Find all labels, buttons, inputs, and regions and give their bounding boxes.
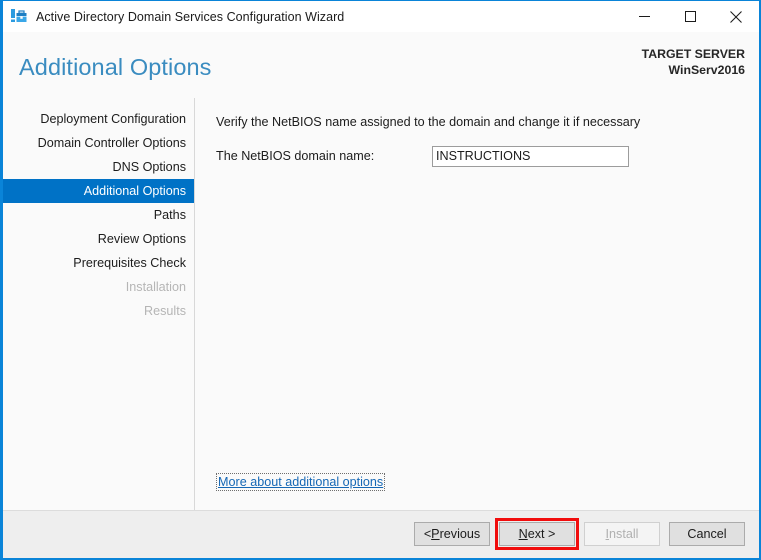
nav-item-review-options[interactable]: Review Options (3, 227, 195, 251)
previous-button-suffix: revious (439, 527, 481, 541)
install-button: Install (584, 522, 660, 546)
title-bar: Active Directory Domain Services Configu… (3, 1, 759, 32)
content-pane: Verify the NetBIOS name assigned to the … (195, 98, 759, 510)
target-server-label: TARGET SERVER (641, 47, 745, 61)
footer-button-row: < Previous Next > Install Cancel (414, 518, 745, 550)
more-about-additional-options-link[interactable]: More about additional options (216, 473, 386, 491)
wizard-step-list: Deployment Configuration Domain Controll… (3, 98, 195, 510)
netbios-label: The NetBIOS domain name: (216, 149, 375, 163)
target-server-name: WinServ2016 (668, 62, 745, 77)
nav-item-installation: Installation (125, 280, 186, 294)
netbios-domain-name-input[interactable] (432, 145, 629, 167)
nav-item-prerequisites-check[interactable]: Prerequisites Check (3, 251, 195, 275)
nav-item-paths[interactable]: Paths (3, 203, 195, 227)
previous-button-prefix: < (423, 527, 432, 541)
more-link-container: More about additional options (216, 473, 386, 491)
maximize-icon[interactable] (667, 1, 713, 32)
cancel-button-label: Cancel (687, 527, 727, 541)
nav-item-deployment-configuration[interactable]: Deployment Configuration (3, 107, 195, 131)
target-server-block: TARGET SERVER WinServ2016 (642, 47, 745, 78)
window-title: Active Directory Domain Services Configu… (36, 9, 345, 24)
minimize-icon[interactable] (621, 1, 667, 32)
wizard-footer: < Previous Next > Install Cancel (3, 510, 759, 558)
wizard-window: Active Directory Domain Services Configu… (0, 0, 761, 560)
netbios-field-row: The NetBIOS domain name: (216, 145, 759, 167)
next-button-accel: N (518, 527, 528, 541)
nav-item-dns-options[interactable]: DNS Options (3, 155, 195, 179)
next-button[interactable]: Next > (499, 522, 575, 546)
close-icon[interactable] (713, 1, 759, 32)
nav-item-domain-controller-options[interactable]: Domain Controller Options (3, 131, 195, 155)
next-button-suffix: ext > (527, 527, 556, 541)
next-button-annotated-wrapper: Next > (495, 518, 579, 550)
window-controls (621, 1, 759, 32)
wizard-body: Deployment Configuration Domain Controll… (3, 98, 759, 510)
ad-ds-wizard-icon (10, 8, 28, 26)
install-button-suffix: nstall (609, 527, 639, 541)
page-header: Additional Options TARGET SERVER WinServ… (3, 32, 759, 98)
page-title: Additional Options (19, 54, 212, 80)
instruction-text: Verify the NetBIOS name assigned to the … (216, 115, 641, 129)
previous-button[interactable]: < Previous (414, 522, 490, 546)
previous-button-accel: P (431, 527, 440, 541)
nav-item-results: Results (144, 304, 186, 318)
nav-item-additional-options[interactable]: Additional Options (3, 179, 195, 203)
cancel-button[interactable]: Cancel (669, 522, 745, 546)
